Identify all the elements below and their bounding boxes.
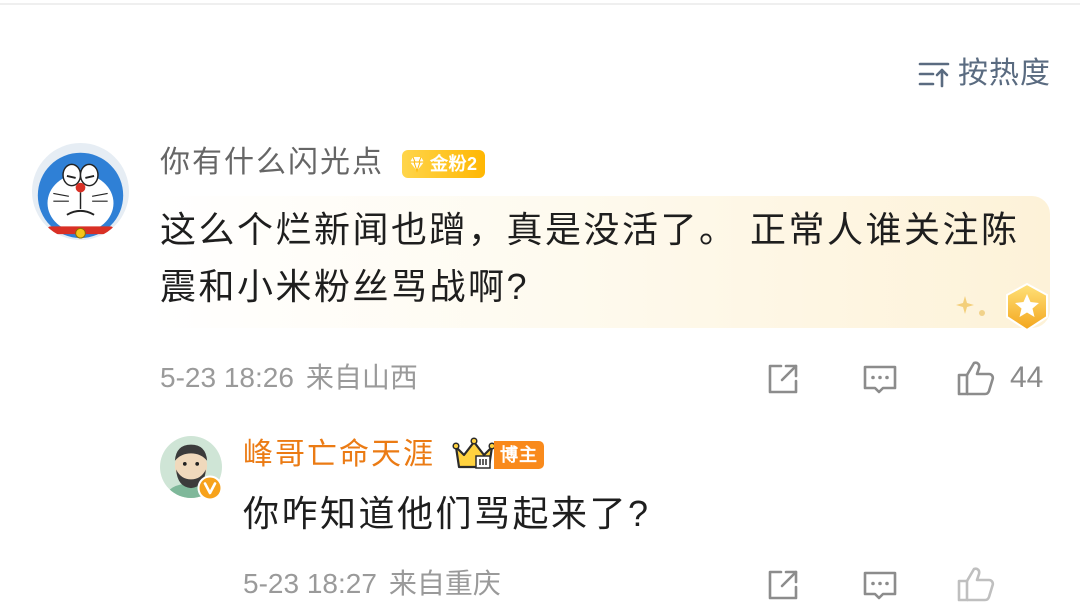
reply-like-button[interactable] xyxy=(956,564,996,604)
reply-meta: 5-23 18:27 来自重庆 xyxy=(243,567,501,601)
sort-label: 按热度 xyxy=(958,57,1051,90)
comment-icon xyxy=(863,365,897,394)
crown-icon xyxy=(452,437,496,469)
sort-by-hot-button[interactable]: 按热度 xyxy=(918,54,1051,94)
gold-medal-icon xyxy=(1006,282,1048,332)
reply-share-button[interactable] xyxy=(764,566,802,604)
reply-username[interactable]: 峰哥亡命天涯 xyxy=(243,437,435,473)
comment-username[interactable]: 你有什么闪光点 xyxy=(160,145,384,181)
fan-level-badge[interactable]: 金粉2 xyxy=(402,150,485,178)
comment-time: 5-23 18:26 xyxy=(160,362,294,393)
share-icon xyxy=(768,364,798,394)
like-button[interactable]: 44 xyxy=(956,358,1043,398)
reply-comment-button[interactable] xyxy=(861,566,899,604)
comment-text: 这么个烂新闻也蹭，真是没活了。 正常人谁关注陈震和小米粉丝骂战啊? xyxy=(160,209,1020,307)
sparkle-icon xyxy=(979,310,985,316)
share-icon xyxy=(768,570,798,600)
verified-v-icon xyxy=(197,475,223,501)
like-icon xyxy=(957,361,995,396)
fan-badge-label: 金粉2 xyxy=(430,154,478,174)
blogger-badge[interactable]: 博主 xyxy=(452,437,544,473)
like-count: 44 xyxy=(1010,361,1044,394)
comment-button[interactable] xyxy=(861,360,899,398)
like-icon xyxy=(957,567,995,602)
top-divider xyxy=(0,3,1080,5)
gem-icon xyxy=(410,156,424,173)
reply-text: 你咋知道他们骂起来了? xyxy=(243,493,651,534)
sort-by-hot-icon xyxy=(918,62,950,88)
comment-icon xyxy=(863,571,897,600)
blogger-badge-label: 博主 xyxy=(494,441,544,469)
reply-time: 5-23 18:27 xyxy=(243,568,377,599)
reply-location: 来自重庆 xyxy=(388,568,501,599)
comment-meta: 5-23 18:26 来自山西 xyxy=(160,361,418,395)
comment-location: 来自山西 xyxy=(305,362,418,393)
share-button[interactable] xyxy=(764,360,802,398)
doraemon-avatar[interactable] xyxy=(32,143,129,240)
